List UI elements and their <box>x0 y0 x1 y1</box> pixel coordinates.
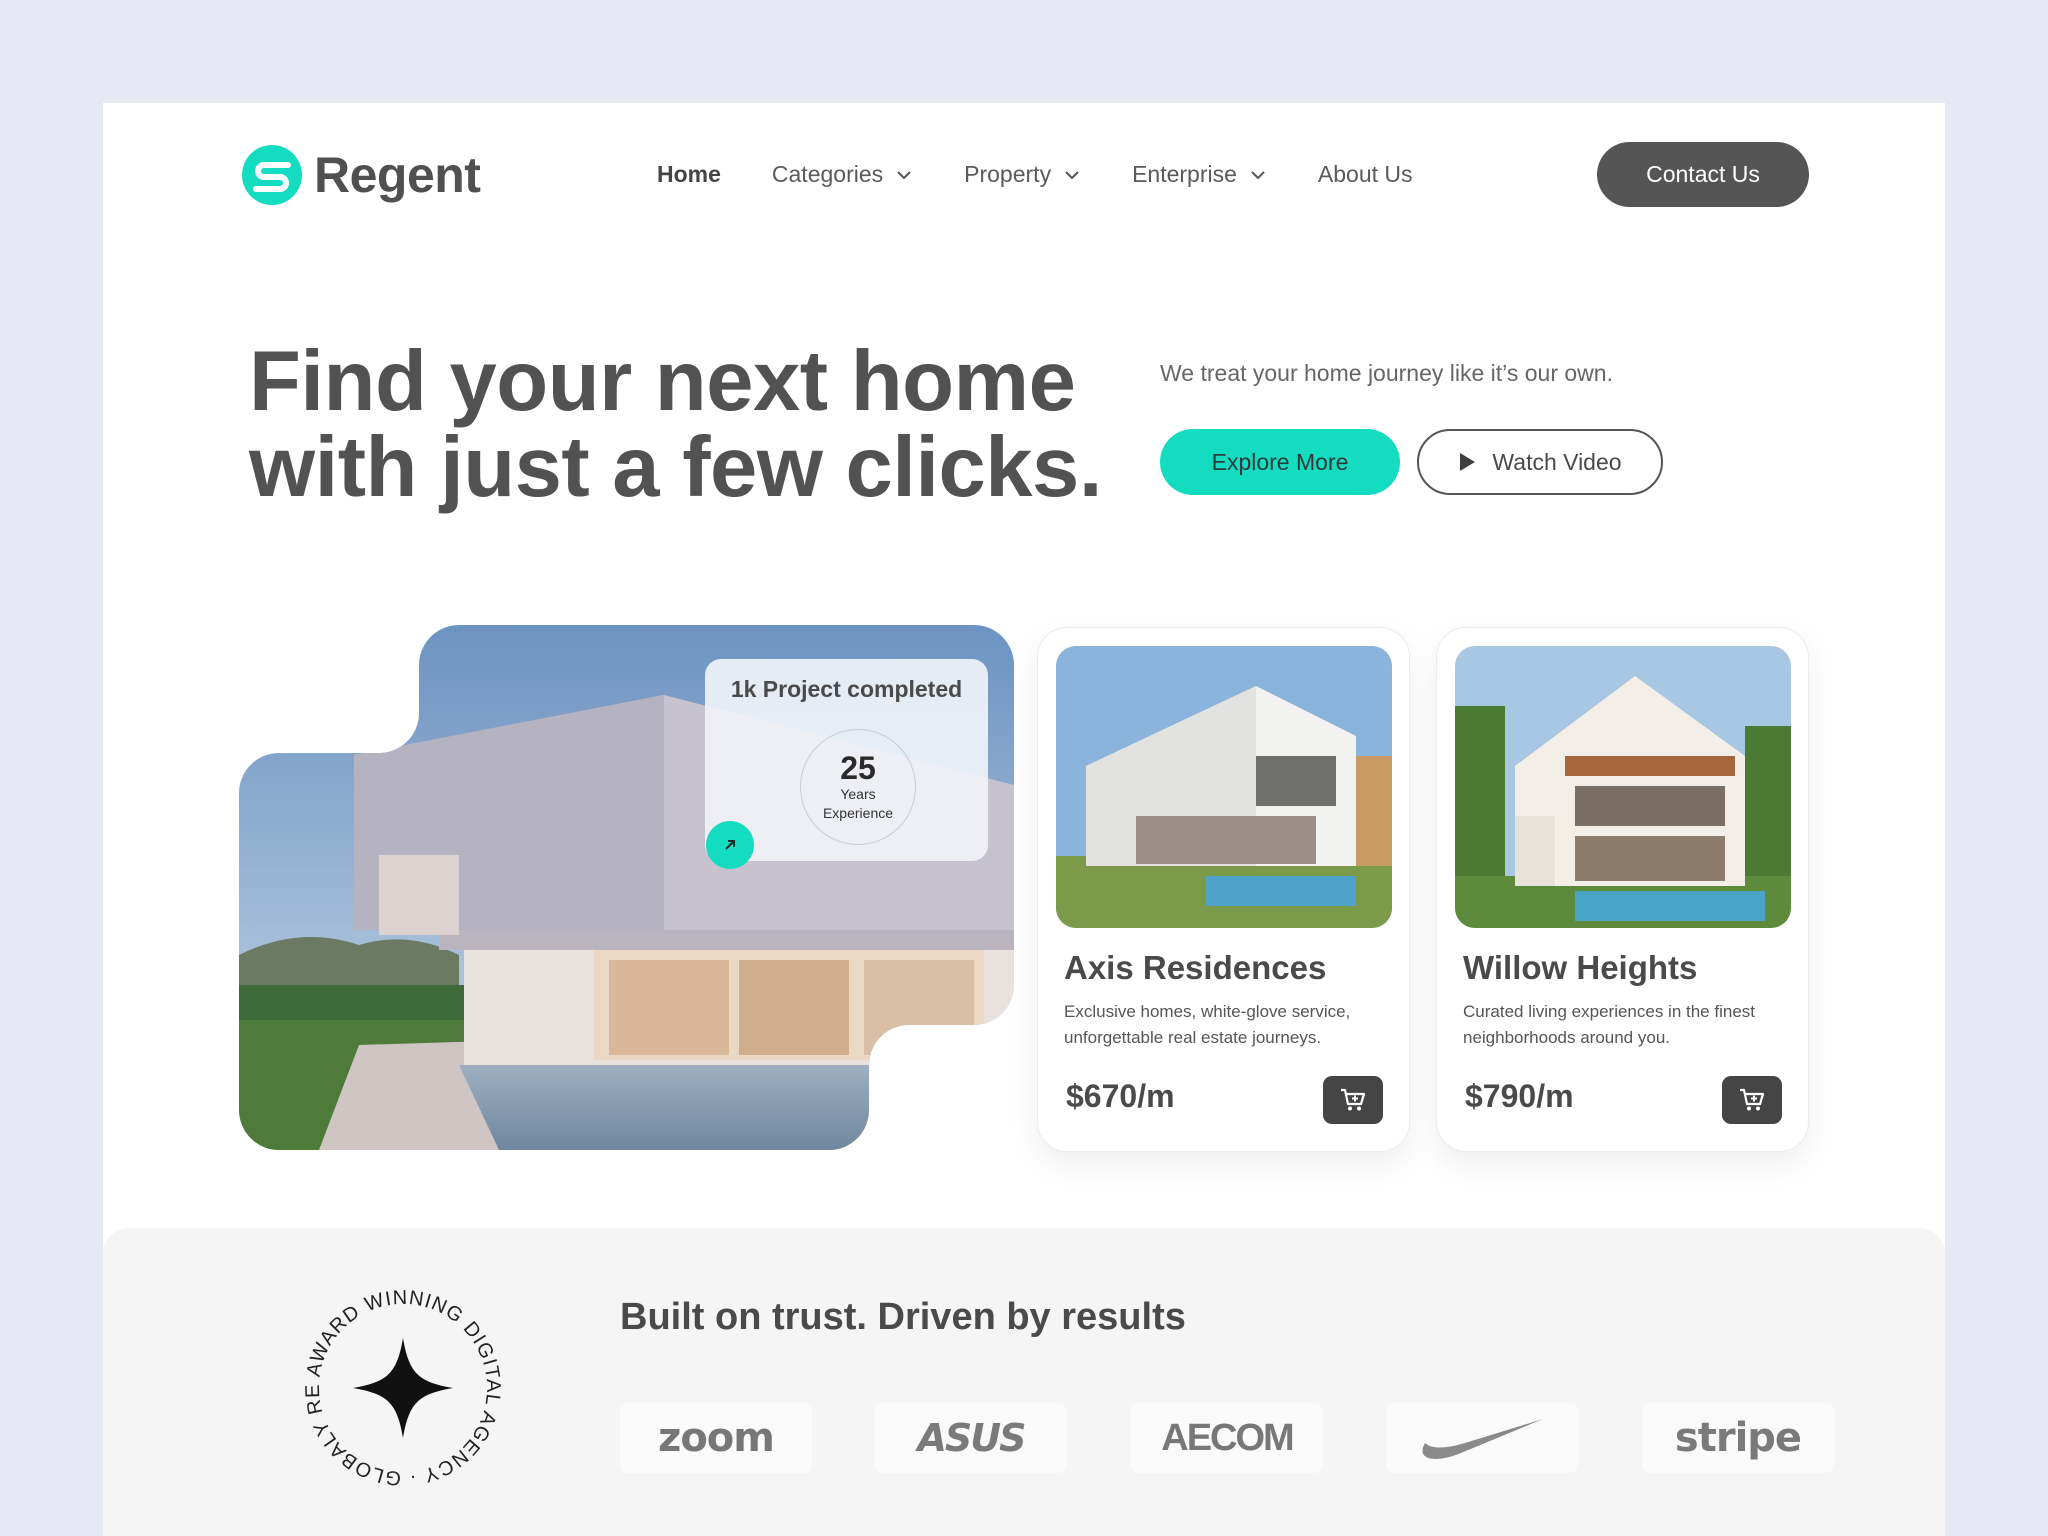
sparkle-star-icon <box>353 1338 453 1438</box>
property-image <box>1455 646 1791 928</box>
years-number: 25 <box>840 750 876 786</box>
trust-section: AWARD WINNING DIGITAL AGENCY · GLOBALY R… <box>103 1228 1945 1536</box>
zoom-logo: zoom <box>658 1415 775 1461</box>
arrow-up-right-icon <box>725 840 735 850</box>
play-icon <box>1460 453 1476 471</box>
watch-video-button[interactable]: Watch Video <box>1417 429 1663 495</box>
trust-heading: Built on trust. Driven by results <box>620 1296 1186 1338</box>
nav-enterprise-label: Enterprise <box>1132 161 1237 187</box>
partner-logo-zoom: zoom <box>620 1403 812 1473</box>
chevron-down-icon <box>897 170 911 179</box>
property-name: Axis Residences <box>1064 949 1327 986</box>
cart-plus-icon <box>1740 1088 1765 1111</box>
nav-about-label: About Us <box>1317 161 1413 187</box>
contact-us-button[interactable]: Contact Us <box>1597 142 1809 207</box>
property-card[interactable]: Axis Residences Exclusive homes, white-g… <box>1037 627 1410 1152</box>
nav-about-us[interactable]: About Us <box>1318 161 1413 188</box>
stripe-logo: stripe <box>1674 1415 1802 1461</box>
add-to-cart-button[interactable] <box>1323 1076 1383 1124</box>
partner-logo-stripe: stripe <box>1642 1403 1834 1473</box>
property-name: Willow Heights <box>1463 949 1698 986</box>
nav-home-label: Home <box>657 161 721 187</box>
stat-title: 1k Project completed <box>730 676 963 702</box>
chevron-down-icon <box>1251 170 1265 179</box>
property-description: Curated living experiences in the finest… <box>1463 1002 1755 1047</box>
arrow-up-right-button[interactable] <box>706 821 754 869</box>
explore-more-button[interactable]: Explore More <box>1160 429 1400 495</box>
main-nav: Home Categories Property Enterprise Abou… <box>657 161 1413 188</box>
property-price: $670/m <box>1066 1078 1175 1114</box>
experience-badge: 25 Years Experience <box>800 729 916 845</box>
property-card[interactable]: Willow Heights Curated living experience… <box>1436 627 1809 1152</box>
years-label-line-1: Years <box>840 786 876 802</box>
hero-headline: Find your next home with just a few clic… <box>249 339 1149 511</box>
partner-logo-asus: ASUS <box>875 1403 1067 1473</box>
willow-heights-image <box>1455 646 1791 928</box>
brand-logo[interactable]: Regent <box>242 145 481 205</box>
add-to-cart-button[interactable] <box>1722 1076 1782 1124</box>
years-label: Years Experience <box>823 785 893 823</box>
page: Regent Home Categories Property Enterpri… <box>103 103 1945 1536</box>
property-image <box>1056 646 1392 928</box>
nav-categories[interactable]: Categories <box>772 161 913 188</box>
aecom-logo: AECOM <box>1161 1416 1294 1459</box>
property-description: Exclusive homes, white-glove service, un… <box>1064 1002 1351 1047</box>
nav-property-label: Property <box>964 161 1052 187</box>
nav-property[interactable]: Property <box>964 161 1081 188</box>
award-badge: AWARD WINNING DIGITAL AGENCY · GLOBALY R… <box>293 1278 503 1489</box>
logo-mark-icon <box>242 145 302 205</box>
nav-enterprise[interactable]: Enterprise <box>1132 161 1267 188</box>
watch-video-label: Watch Video <box>1492 448 1622 475</box>
nav-categories-label: Categories <box>771 161 884 187</box>
property-price: $790/m <box>1465 1078 1574 1114</box>
asus-logo: ASUS <box>917 1416 1026 1460</box>
nike-swoosh-icon <box>1422 1419 1543 1459</box>
years-label-line-2: Experience <box>822 805 894 821</box>
brand-name: Regent <box>314 147 481 203</box>
headline-line-1: Find your next home <box>249 334 1076 429</box>
partner-logo-aecom: AECOM <box>1131 1403 1323 1473</box>
chevron-down-icon <box>1065 170 1079 179</box>
nav-home[interactable]: Home <box>657 161 721 188</box>
hero-tagline: We treat your home journey like it’s our… <box>1160 360 1613 386</box>
headline-line-2: with just a few clicks. <box>249 420 1102 515</box>
cart-plus-icon <box>1341 1088 1366 1111</box>
axis-residences-image <box>1056 646 1392 928</box>
partner-logo-nike <box>1386 1403 1578 1473</box>
